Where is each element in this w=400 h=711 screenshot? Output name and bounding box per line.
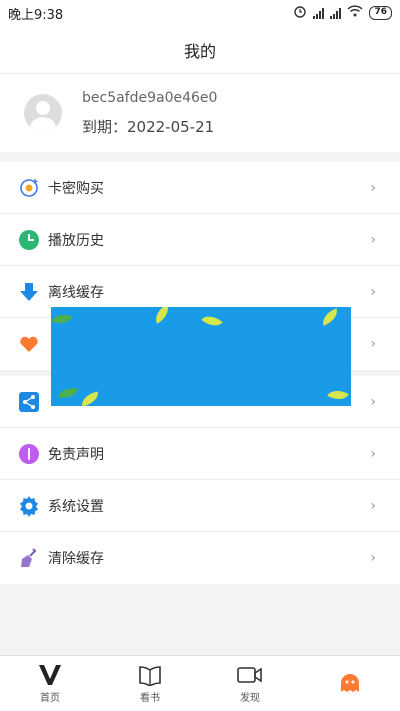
chevron-right-icon: ›	[370, 231, 376, 248]
nav-discover[interactable]: 发现	[200, 656, 300, 711]
menu-item-clear-cache[interactable]: 清除缓存 ›	[0, 532, 400, 584]
download-icon	[18, 281, 40, 303]
menu-label: 离线缓存	[48, 284, 104, 301]
profile-card[interactable]: bec5afde9a0e46e0 到期：2022-05-21	[0, 74, 400, 152]
nav-books[interactable]: 看书	[100, 656, 200, 711]
nav-label: 看书	[140, 693, 160, 704]
ad-banner[interactable]	[51, 307, 351, 406]
broom-icon	[18, 547, 40, 569]
status-bar: 晚上9:38 76	[0, 0, 400, 26]
menu-label: 播放历史	[48, 232, 104, 249]
menu-item-play-history[interactable]: 播放历史 ›	[0, 214, 400, 266]
menu-label: 免责声明	[48, 446, 104, 463]
signal-icon-2	[330, 7, 342, 19]
menu-label: 系统设置	[48, 498, 104, 515]
signal-icon	[313, 7, 325, 19]
status-time: 晚上9:38	[8, 7, 64, 23]
info-icon	[18, 443, 40, 465]
page-header: 我的	[0, 26, 400, 74]
nav-profile[interactable]	[300, 656, 400, 711]
status-icons: 76	[293, 4, 392, 22]
nav-home[interactable]: 首页	[0, 656, 100, 711]
expiry-date: 到期：2022-05-21	[82, 117, 215, 136]
chevron-right-icon: ›	[370, 179, 376, 196]
menu-item-disclaimer[interactable]: 免责声明 ›	[0, 428, 400, 480]
chevron-right-icon: ›	[370, 393, 376, 410]
page-title: 我的	[183, 41, 216, 61]
menu-label: 清除缓存	[48, 551, 104, 567]
menu-group-2: › 免责声明 › 系统设置 › 清除缓存 ›	[0, 376, 400, 584]
chevron-right-icon: ›	[370, 497, 376, 514]
avatar[interactable]	[24, 94, 62, 132]
user-id: bec5afde9a0e46e0	[82, 89, 218, 106]
wifi-icon	[347, 5, 363, 21]
nav-label: 发现	[240, 693, 260, 704]
heart-icon	[18, 333, 40, 355]
chevron-right-icon: ›	[370, 336, 376, 352]
menu-item-settings[interactable]: 系统设置 ›	[0, 480, 400, 532]
alarm-icon	[293, 4, 307, 22]
chevron-right-icon: ›	[370, 445, 376, 462]
book-icon	[137, 663, 163, 687]
chevron-right-icon: ›	[370, 550, 376, 566]
share-icon	[18, 391, 40, 413]
bottom-navigation: 首页 看书 发现	[0, 655, 400, 711]
clock-icon	[18, 229, 40, 251]
v-logo-icon	[37, 663, 63, 687]
nav-label: 首页	[40, 693, 60, 704]
gear-icon	[18, 495, 40, 517]
chevron-right-icon: ›	[370, 283, 376, 300]
video-icon	[237, 663, 263, 687]
card-icon	[18, 177, 40, 199]
battery-indicator: 76	[369, 6, 392, 20]
menu-label: 卡密购买	[48, 180, 104, 197]
menu-item-card-purchase[interactable]: 卡密购买 ›	[0, 162, 400, 214]
mascot-icon	[337, 671, 363, 695]
